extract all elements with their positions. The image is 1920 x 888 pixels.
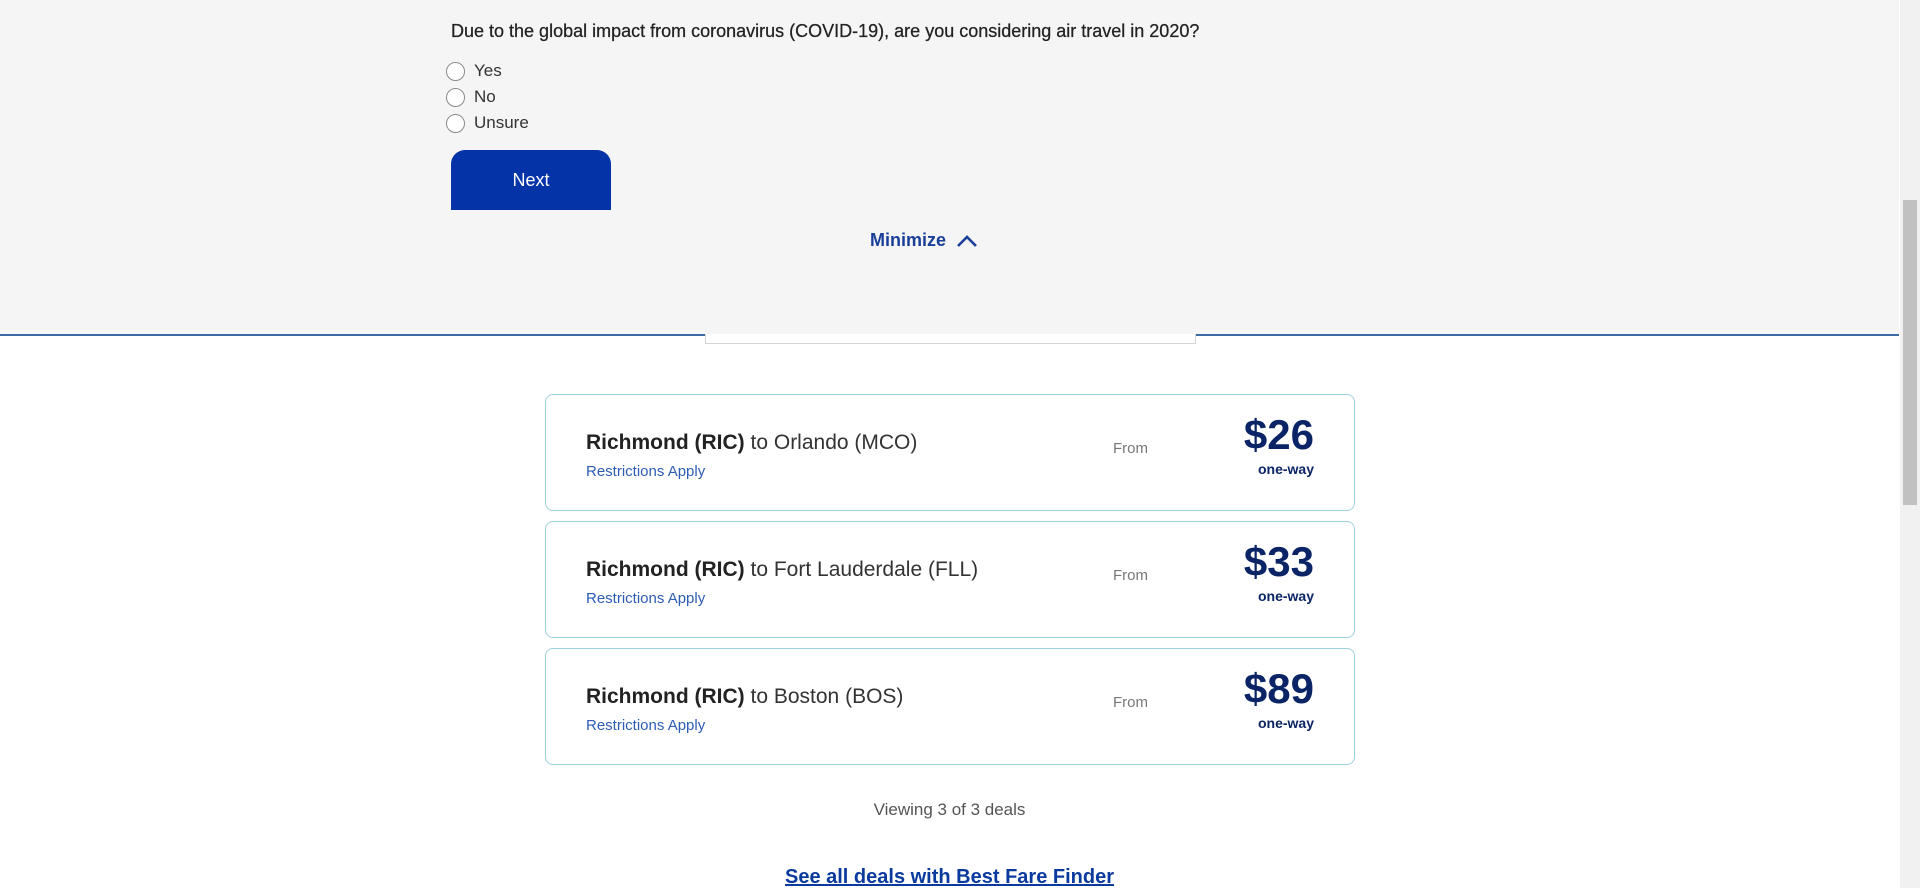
- option-yes[interactable]: Yes: [446, 58, 529, 84]
- covid-survey-panel: Due to the global impact from coronaviru…: [0, 0, 1899, 336]
- deal-connector: to: [750, 558, 769, 581]
- obscured-panel-edge: [705, 334, 1196, 344]
- deal-from-label: From: [1113, 694, 1148, 711]
- deal-route: Richmond (RIC) to Orlando (MCO): [586, 431, 917, 455]
- scrollbar-thumb[interactable]: [1903, 200, 1917, 505]
- deals-list: Richmond (RIC) to Orlando (MCO) Restrict…: [545, 394, 1355, 775]
- survey-question: Due to the global impact from coronaviru…: [451, 21, 1200, 41]
- chevron-up-icon: [957, 234, 977, 247]
- deal-origin: Richmond (RIC): [586, 431, 745, 454]
- deal-price: $26: [1243, 411, 1314, 458]
- deal-trip-type: one-way: [1257, 588, 1314, 604]
- deal-price: $89: [1243, 665, 1314, 712]
- deal-origin: Richmond (RIC): [586, 558, 745, 581]
- deal-destination: Fort Lauderdale (FLL): [773, 558, 979, 581]
- radio-yes[interactable]: [446, 61, 465, 81]
- deal-origin: Richmond (RIC): [586, 685, 745, 708]
- radio-unsure[interactable]: [446, 113, 465, 133]
- deal-connector: to: [750, 431, 769, 454]
- option-no[interactable]: No: [446, 84, 529, 110]
- restrictions-link[interactable]: Restrictions Apply: [586, 717, 705, 734]
- vertical-scrollbar[interactable]: [1900, 0, 1920, 888]
- deal-card[interactable]: Richmond (RIC) to Boston (BOS) Restricti…: [545, 648, 1355, 765]
- option-unsure[interactable]: Unsure: [446, 110, 529, 136]
- option-label-unsure: Unsure: [474, 113, 529, 132]
- see-all-deals-link[interactable]: See all deals with Best Fare Finder: [0, 866, 1899, 888]
- deal-destination: Boston (BOS): [773, 685, 904, 708]
- option-label-yes: Yes: [474, 61, 502, 80]
- deal-trip-type: one-way: [1257, 461, 1314, 477]
- deal-card[interactable]: Richmond (RIC) to Fort Lauderdale (FLL) …: [545, 521, 1355, 638]
- deal-route: Richmond (RIC) to Boston (BOS): [586, 685, 903, 709]
- radio-no[interactable]: [446, 87, 465, 107]
- deal-from-label: From: [1113, 440, 1148, 457]
- deal-from-label: From: [1113, 567, 1148, 584]
- deal-connector: to: [750, 685, 769, 708]
- minimize-label: Minimize: [870, 230, 947, 250]
- deal-trip-type: one-way: [1257, 715, 1314, 731]
- survey-options: Yes No Unsure: [446, 58, 529, 136]
- deal-destination: Orlando (MCO): [773, 431, 918, 454]
- restrictions-link[interactable]: Restrictions Apply: [586, 590, 705, 607]
- restrictions-link[interactable]: Restrictions Apply: [586, 463, 705, 480]
- next-button[interactable]: Next: [451, 150, 611, 210]
- deals-count-text: Viewing 3 of 3 deals: [873, 800, 1026, 819]
- deal-card[interactable]: Richmond (RIC) to Orlando (MCO) Restrict…: [545, 394, 1355, 511]
- option-label-no: No: [474, 87, 496, 106]
- deal-price: $33: [1243, 538, 1314, 585]
- page: Due to the global impact from coronaviru…: [0, 0, 1920, 888]
- minimize-button[interactable]: Minimize: [870, 230, 978, 251]
- deal-route: Richmond (RIC) to Fort Lauderdale (FLL): [586, 558, 978, 582]
